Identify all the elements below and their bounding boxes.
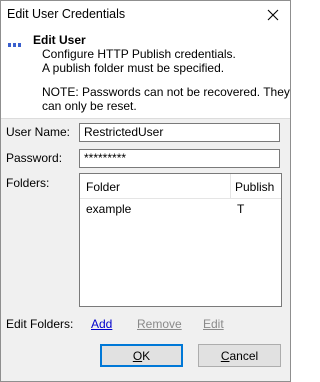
title-bar: Edit User Credentials (1, 1, 290, 29)
table-row[interactable]: example T (80, 200, 281, 218)
column-header-publish[interactable]: Publish (235, 180, 274, 194)
folders-list[interactable]: Folder Publish example T (79, 173, 282, 307)
column-header-folder[interactable]: Folder (86, 180, 120, 194)
folders-list-header: Folder Publish (80, 174, 281, 199)
ok-mnemonic: O (132, 348, 143, 363)
user-credentials-icon (8, 43, 21, 47)
header-description-line2: A publish folder must be specified. (42, 61, 225, 75)
column-divider[interactable] (230, 174, 231, 198)
header-note-line2: can only be reset. (42, 99, 137, 113)
header-note-line1: NOTE: Passwords can not be recovered. Th… (42, 85, 290, 99)
cancel-mnemonic: C (220, 348, 230, 363)
folders-label: Folders: (6, 176, 50, 190)
row-publish-cell: T (237, 202, 245, 216)
add-folder-link[interactable]: Add (91, 317, 112, 331)
header-title: Edit User (33, 33, 86, 47)
ok-button[interactable]: OK (100, 344, 183, 367)
edit-user-credentials-dialog: Edit User Credentials Edit User Configur… (0, 0, 291, 382)
edit-folders-label: Edit Folders: (6, 317, 74, 331)
username-field[interactable]: RestrictedUser (79, 123, 280, 142)
header-description-line1: Configure HTTP Publish credentials. (42, 47, 236, 61)
header-panel: Edit User Configure HTTP Publish credent… (1, 29, 290, 119)
username-label: User Name: (6, 125, 71, 139)
ok-label-rest: K (142, 348, 151, 363)
password-field[interactable]: ********* (79, 149, 280, 168)
close-button[interactable] (256, 1, 290, 29)
cancel-button[interactable]: Cancel (198, 344, 281, 367)
password-label: Password: (6, 151, 63, 165)
row-folder-cell: example (86, 202, 132, 216)
close-icon (267, 9, 279, 21)
cancel-label-rest: ancel (229, 348, 259, 363)
edit-folder-link[interactable]: Edit (203, 317, 224, 331)
window-title: Edit User Credentials (7, 7, 126, 21)
remove-folder-link[interactable]: Remove (137, 317, 182, 331)
